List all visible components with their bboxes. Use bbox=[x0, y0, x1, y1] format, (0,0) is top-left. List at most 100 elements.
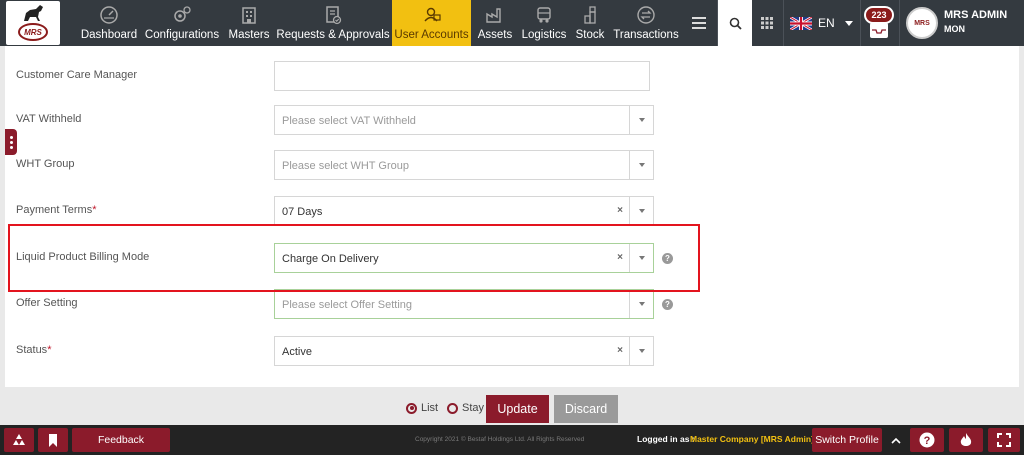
caret-down-icon bbox=[638, 302, 645, 306]
logo-badge: MRS bbox=[18, 23, 48, 41]
caret-down-icon bbox=[638, 118, 645, 122]
customer-care-manager-input[interactable] bbox=[274, 61, 650, 91]
fire-button[interactable] bbox=[949, 428, 983, 452]
field-placeholder: Please select Offer Setting bbox=[282, 299, 413, 311]
clear-icon[interactable]: × bbox=[617, 205, 623, 216]
footer-bar: Feedback Copyright 2021 © Bestaf Holding… bbox=[0, 425, 1024, 455]
dropdown-toggle[interactable] bbox=[629, 337, 653, 365]
svg-text:?: ? bbox=[924, 435, 931, 447]
status-select[interactable]: Active × bbox=[274, 336, 654, 366]
offer-setting-select[interactable]: Please select Offer Setting bbox=[274, 289, 654, 319]
user-avatar[interactable]: MRS bbox=[906, 7, 938, 39]
expand-icon bbox=[997, 433, 1011, 447]
chevron-down-icon bbox=[844, 20, 853, 26]
nav-assets[interactable]: Assets bbox=[476, 0, 514, 46]
grid-icon bbox=[761, 17, 773, 29]
field-value: Active bbox=[282, 346, 312, 358]
language-selector[interactable]: EN bbox=[790, 0, 858, 46]
menu-toggle-button[interactable] bbox=[688, 0, 710, 46]
scroll-top-button[interactable] bbox=[886, 428, 906, 452]
nav-label: Masters bbox=[228, 29, 270, 41]
logo-text: MRS bbox=[24, 27, 42, 37]
nav-logistics[interactable]: Logistics bbox=[519, 0, 569, 46]
user-accounts-icon bbox=[421, 4, 443, 26]
dropdown-toggle[interactable] bbox=[629, 197, 653, 225]
copyright-text: Copyright 2021 © Bestaf Holdings Ltd. Al… bbox=[415, 436, 585, 443]
stock-icon bbox=[579, 4, 601, 26]
caret-down-icon bbox=[638, 163, 645, 167]
building-icon bbox=[238, 4, 260, 26]
user-subtitle: MON bbox=[944, 24, 965, 34]
radio-list[interactable]: List bbox=[406, 402, 438, 414]
language-label: EN bbox=[818, 16, 835, 30]
fullscreen-button[interactable] bbox=[988, 428, 1020, 452]
nav-stock[interactable]: Stock bbox=[573, 0, 607, 46]
dropdown-toggle[interactable] bbox=[629, 151, 653, 179]
field-row-offer-setting: Offer Setting Please select Offer Settin… bbox=[5, 289, 1019, 321]
nav-label: Requests & Approvals bbox=[276, 29, 390, 41]
help-button[interactable]: ? bbox=[910, 428, 944, 452]
recycle-button[interactable] bbox=[4, 428, 34, 452]
help-icon[interactable]: ? bbox=[662, 299, 673, 310]
nav-label: User Accounts bbox=[394, 29, 469, 41]
recycle-icon bbox=[13, 434, 25, 445]
dropdown-toggle[interactable] bbox=[629, 106, 653, 134]
bookmark-button[interactable] bbox=[38, 428, 68, 452]
uk-flag-icon bbox=[790, 16, 812, 30]
radio-selected-icon bbox=[406, 402, 417, 414]
nav-label: Dashboard bbox=[80, 29, 138, 41]
nav-transactions[interactable]: Transactions bbox=[613, 0, 679, 46]
update-button[interactable]: Update bbox=[486, 395, 549, 423]
form-actions: List Stay Update Discard bbox=[0, 395, 1024, 423]
exchange-icon bbox=[635, 4, 657, 26]
field-placeholder: Please select WHT Group bbox=[282, 160, 409, 172]
dropdown-toggle[interactable] bbox=[629, 290, 653, 318]
company-logo[interactable]: MRS bbox=[6, 1, 60, 45]
field-label: WHT Group bbox=[16, 158, 75, 170]
required-marker: * bbox=[47, 344, 52, 356]
field-row-status: Status* Active × bbox=[5, 336, 1019, 368]
factory-icon bbox=[484, 4, 506, 26]
hamburger-icon bbox=[692, 17, 706, 29]
caret-down-icon bbox=[638, 209, 645, 213]
nav-label: Stock bbox=[575, 29, 605, 41]
feedback-button[interactable]: Feedback bbox=[72, 428, 170, 452]
nav-label: Configurations bbox=[144, 29, 220, 41]
switch-profile-button[interactable]: Switch Profile bbox=[812, 428, 882, 452]
nav-configurations[interactable]: Configurations bbox=[143, 0, 221, 46]
field-label: Status* bbox=[16, 344, 52, 356]
field-label: Customer Care Manager bbox=[16, 69, 138, 81]
radio-stay[interactable]: Stay bbox=[447, 402, 484, 414]
nav-requests-approvals[interactable]: Requests & Approvals bbox=[276, 0, 390, 46]
field-row-customer-care-manager: Customer Care Manager bbox=[5, 61, 1019, 93]
radio-label: Stay bbox=[462, 402, 485, 414]
clear-icon[interactable]: × bbox=[617, 345, 623, 356]
nav-dashboard[interactable]: Dashboard bbox=[80, 0, 138, 46]
bookmark-icon bbox=[49, 433, 57, 447]
caret-down-icon bbox=[638, 349, 645, 353]
apps-grid-button[interactable] bbox=[756, 0, 778, 46]
field-label: VAT Withheld bbox=[16, 113, 82, 125]
horse-logo-icon bbox=[24, 5, 43, 21]
payment-terms-select[interactable]: 07 Days × bbox=[274, 196, 654, 226]
question-circle-icon: ? bbox=[919, 432, 935, 448]
nav-label: Assets bbox=[477, 29, 513, 41]
search-icon bbox=[729, 17, 742, 30]
search-button[interactable] bbox=[718, 0, 752, 46]
fire-icon bbox=[960, 432, 972, 446]
discard-button[interactable]: Discard bbox=[554, 395, 618, 423]
radio-label: List bbox=[421, 402, 439, 414]
gears-icon bbox=[171, 4, 193, 26]
document-check-icon bbox=[322, 4, 344, 26]
field-placeholder: Please select VAT Withheld bbox=[282, 115, 416, 127]
required-marker: * bbox=[92, 204, 97, 216]
wht-group-select[interactable]: Please select WHT Group bbox=[274, 150, 654, 180]
top-navbar: MRS Dashboard Configurations Masters Req… bbox=[0, 0, 1024, 46]
truck-icon bbox=[533, 4, 555, 26]
user-name[interactable]: MRS ADMIN bbox=[944, 9, 1007, 21]
nav-user-accounts[interactable]: User Accounts bbox=[392, 0, 471, 46]
nav-masters[interactable]: Masters bbox=[226, 0, 272, 46]
vat-withheld-select[interactable]: Please select VAT Withheld bbox=[274, 105, 654, 135]
logged-in-value: Master Company [MRS Admin] bbox=[690, 434, 814, 444]
notifications-button[interactable]: 223 bbox=[864, 6, 894, 40]
